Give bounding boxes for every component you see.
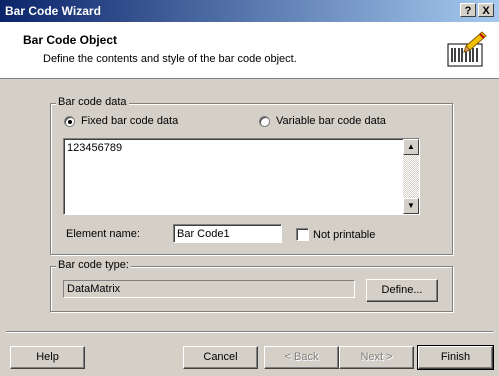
bar-code-type-value: DataMatrix [63,280,355,298]
variable-bar-code-radio[interactable]: Variable bar code data [259,115,386,127]
help-title-button[interactable]: ? [460,3,476,17]
finish-button-label: Finish [440,351,471,363]
close-title-button[interactable]: X [478,3,494,17]
help-button[interactable]: Help [10,346,85,369]
title-bar: Bar Code Wizard ? X [0,0,499,22]
bar-code-wizard-window: Bar Code Wizard ? X Bar Code Object Defi… [0,0,499,376]
wizard-header: Bar Code Object Define the contents and … [0,22,499,79]
window-title: Bar Code Wizard [5,4,101,18]
fixed-bar-code-label: Fixed bar code data [81,115,179,127]
radio-circle [259,115,270,127]
cancel-button[interactable]: Cancel [183,346,258,369]
define-button-label: Define... [381,284,423,296]
back-button-label: < Back [284,351,319,363]
fixed-bar-code-radio[interactable]: Fixed bar code data [64,115,178,127]
barcode-pen-icon [447,31,487,67]
scroll-up-icon[interactable]: ▲ [403,139,419,155]
element-name-input[interactable]: Bar Code1 [173,224,282,243]
page-subtitle: Define the contents and style of the bar… [43,53,297,65]
not-printable-label: Not printable [313,229,376,241]
bar-code-data-textarea[interactable]: 123456789 ▲ ▼ [63,138,420,215]
variable-bar-code-label: Variable bar code data [276,115,386,127]
radio-circle [64,115,75,127]
finish-button[interactable]: Finish [417,345,494,370]
help-button-label: Help [36,351,59,363]
scroll-down-icon[interactable]: ▼ [403,198,419,214]
next-button[interactable]: Next > [339,346,414,369]
bar-code-data-value[interactable]: 123456789 [67,142,122,154]
page-title: Bar Code Object [23,33,118,47]
vertical-scrollbar[interactable]: ▲ ▼ [403,139,419,214]
define-button[interactable]: Define... [366,279,438,302]
bar-code-data-legend: Bar code data [56,96,129,108]
footer-separator [6,331,493,333]
bar-code-type-legend: Bar code type: [56,259,131,271]
element-name-label: Element name: [66,228,140,240]
cancel-button-label: Cancel [203,351,238,363]
not-printable-checkbox[interactable] [296,228,309,241]
back-button[interactable]: < Back [264,346,339,369]
next-button-label: Next > [360,351,393,363]
